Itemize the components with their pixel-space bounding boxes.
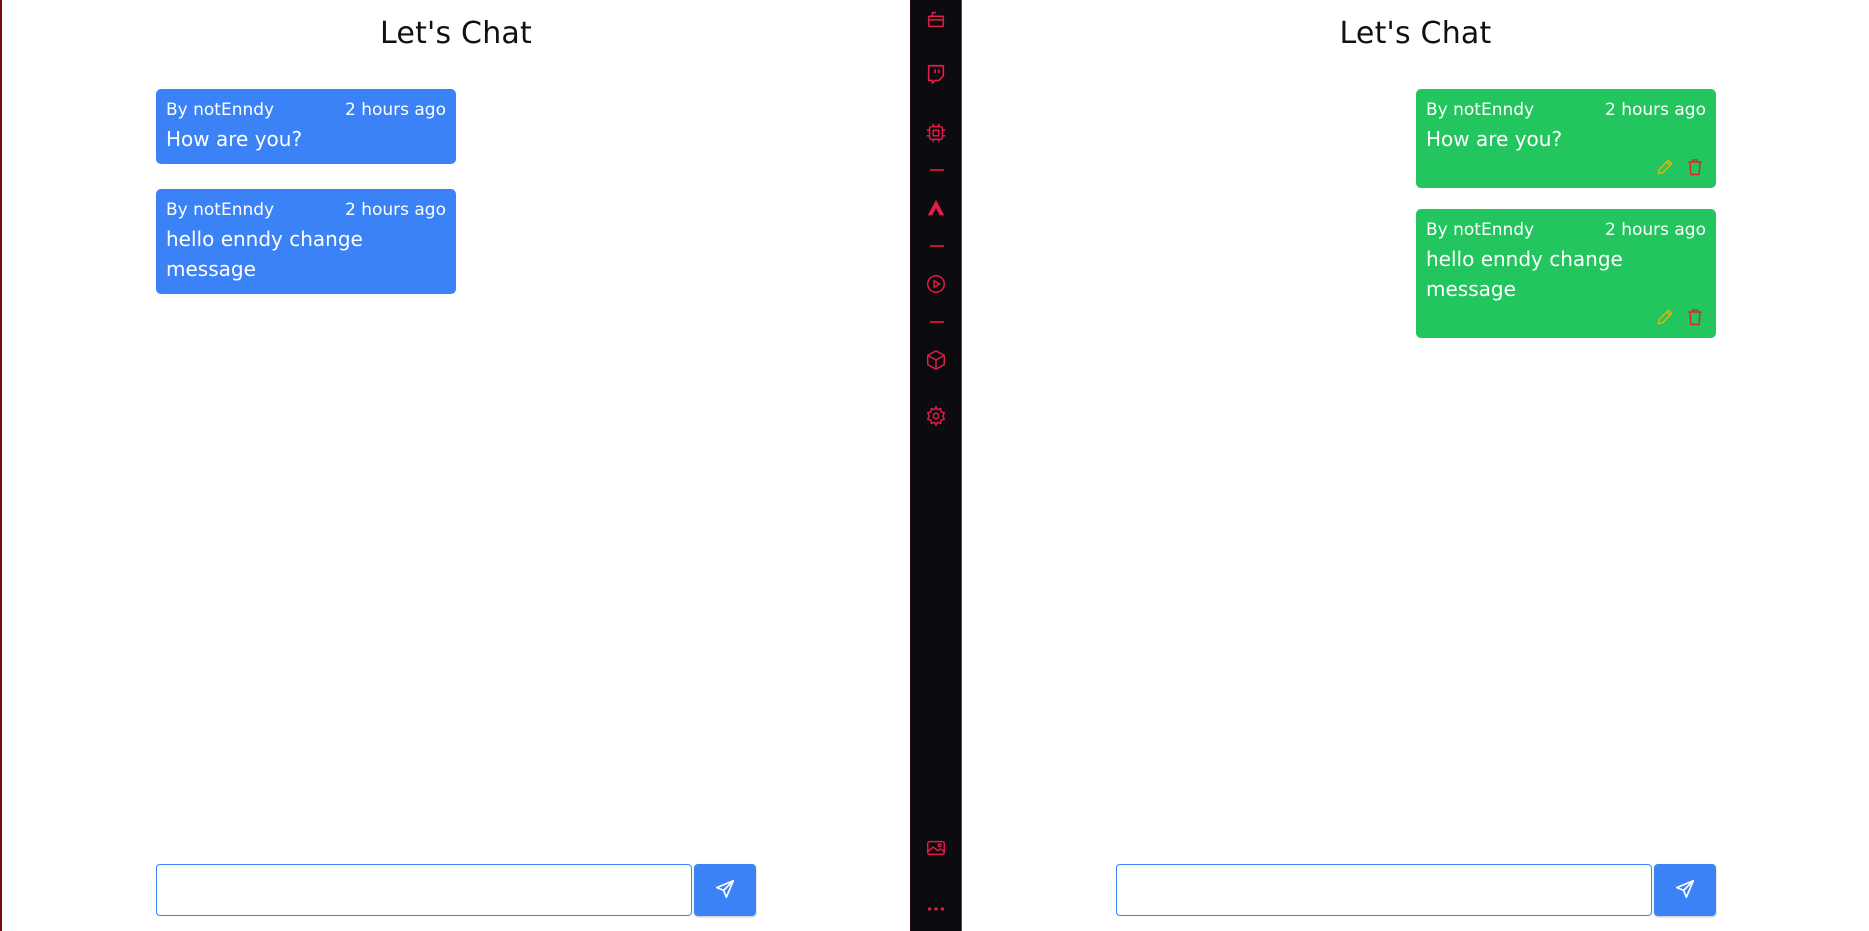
chat-pane-right: Let's Chat By notEnndy 2 hours ago How a… bbox=[962, 0, 1869, 931]
message-author: By notEnndy bbox=[1426, 100, 1535, 120]
delete-trash-icon[interactable] bbox=[1684, 306, 1706, 328]
send-icon bbox=[714, 878, 736, 903]
message-time: 2 hours ago bbox=[1604, 220, 1706, 240]
message-time: 2 hours ago bbox=[344, 200, 446, 220]
own-message-bubble: By notEnndy 2 hours ago How are you? bbox=[1416, 89, 1716, 188]
screen: Let's Chat By notEnndy 2 hours ago How a… bbox=[0, 0, 1869, 931]
message-author: By notEnndy bbox=[166, 200, 275, 220]
gear-icon[interactable] bbox=[923, 403, 949, 429]
message-text: How are you? bbox=[166, 127, 303, 151]
twitch-icon[interactable] bbox=[923, 61, 949, 87]
send-icon bbox=[1674, 878, 1696, 903]
edit-pencil-icon[interactable] bbox=[1654, 306, 1676, 328]
gallery-icon[interactable] bbox=[923, 835, 949, 861]
message-author: By notEnndy bbox=[166, 100, 275, 120]
cube-icon[interactable] bbox=[923, 347, 949, 373]
message-bubble: By notEnndy 2 hours ago How are you? bbox=[156, 89, 456, 164]
sidebar-separator bbox=[930, 321, 944, 323]
more-icon[interactable] bbox=[923, 896, 949, 922]
page-title: Let's Chat bbox=[1339, 16, 1492, 51]
message-bubble: By notEnndy 2 hours ago hello enndy chan… bbox=[156, 189, 456, 294]
chip-icon[interactable] bbox=[923, 120, 949, 146]
message-input[interactable] bbox=[156, 864, 692, 916]
page-title: Let's Chat bbox=[380, 16, 532, 51]
message-time: 2 hours ago bbox=[344, 100, 446, 120]
message-text: How are you? bbox=[1426, 127, 1563, 151]
message-time: 2 hours ago bbox=[1604, 100, 1706, 120]
send-button[interactable] bbox=[1654, 864, 1716, 916]
briefcase-icon[interactable] bbox=[923, 6, 949, 32]
brand-a-icon[interactable] bbox=[923, 195, 949, 221]
message-text: hello enndy change message bbox=[1426, 247, 1623, 301]
app-sidebar bbox=[910, 0, 962, 931]
sidebar-separator bbox=[930, 245, 944, 247]
play-circle-icon[interactable] bbox=[923, 271, 949, 297]
own-message-bubble: By notEnndy 2 hours ago hello enndy chan… bbox=[1416, 209, 1716, 338]
delete-trash-icon[interactable] bbox=[1684, 156, 1706, 178]
sidebar-separator bbox=[930, 169, 944, 171]
chat-pane-left: Let's Chat By notEnndy 2 hours ago How a… bbox=[2, 0, 910, 931]
message-author: By notEnndy bbox=[1426, 220, 1535, 240]
message-text: hello enndy change message bbox=[166, 227, 363, 281]
edit-pencil-icon[interactable] bbox=[1654, 156, 1676, 178]
message-input[interactable] bbox=[1116, 864, 1652, 916]
send-button[interactable] bbox=[694, 864, 756, 916]
